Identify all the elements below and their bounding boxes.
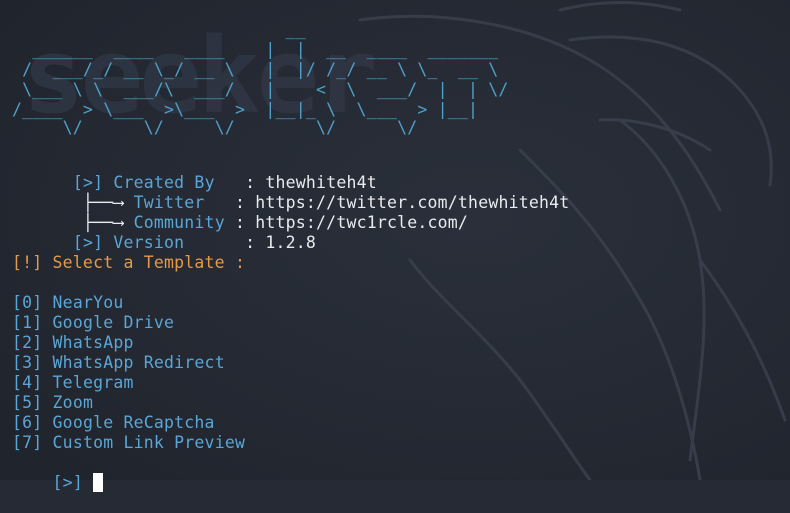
list-item: [6] Google ReCaptcha bbox=[12, 413, 215, 433]
text-cursor[interactable] bbox=[93, 473, 104, 492]
template-index: [3] bbox=[12, 353, 53, 372]
ascii-banner-line: /____ > \___ >\___ > |__|_ \ \___ > |__| bbox=[12, 100, 479, 119]
template-name: Google Drive bbox=[52, 313, 175, 332]
terminal-window[interactable]: __ ______ ____ ____ | | __ ____ _______ … bbox=[12, 0, 782, 492]
template-name: Telegram bbox=[52, 373, 134, 392]
template-name: NearYou bbox=[52, 293, 124, 312]
template-index: [4] bbox=[12, 373, 53, 392]
ascii-banner-line: \___ \ \ ___/\ ___/ | < \ ___/ | | \/ bbox=[12, 80, 509, 99]
template-name: Custom Link Preview bbox=[52, 433, 246, 452]
list-item: [4] Telegram bbox=[12, 373, 134, 393]
select-template-prompt: [!] Select a Template : bbox=[12, 253, 246, 272]
info-prefix: [>] bbox=[72, 233, 114, 252]
ascii-banner-line: __ bbox=[12, 20, 306, 39]
command-input-line[interactable]: [>] bbox=[12, 453, 104, 492]
template-name: Zoom bbox=[52, 393, 94, 412]
ascii-banner-line: ______ ____ ____ | | __ ____ _______ bbox=[12, 40, 499, 59]
ascii-banner-line: \/ \/ \/ \/ \/ bbox=[12, 118, 418, 137]
template-name: WhatsApp bbox=[52, 333, 134, 352]
info-community: ├──⟶ Community : https://twc1rcle.com/ bbox=[12, 193, 468, 232]
list-item: [1] Google Drive bbox=[12, 313, 174, 333]
template-name: Google ReCaptcha bbox=[52, 413, 215, 432]
list-item: [7] Custom Link Preview bbox=[12, 433, 245, 453]
template-index: [2] bbox=[12, 333, 53, 352]
template-index: [7] bbox=[12, 433, 53, 452]
list-item: [3] WhatsApp Redirect bbox=[12, 353, 225, 373]
info-twitter: ├──⟶ Twitter : https://twitter.com/thewh… bbox=[12, 173, 569, 212]
template-name: WhatsApp Redirect bbox=[52, 353, 225, 372]
list-item: [2] WhatsApp bbox=[12, 333, 134, 353]
info-separator: : bbox=[245, 233, 266, 252]
info-label: Version bbox=[113, 233, 246, 252]
template-index: [0] bbox=[12, 293, 53, 312]
template-index: [6] bbox=[12, 413, 53, 432]
list-item: [5] Zoom bbox=[12, 393, 93, 413]
list-item: [0] NearYou bbox=[12, 293, 123, 313]
template-index: [5] bbox=[12, 393, 53, 412]
ascii-banner-line: / ___/_/ __ \_/ __ \ | |/ /_/ __ \ \_ __… bbox=[12, 60, 499, 79]
template-index: [1] bbox=[12, 313, 53, 332]
info-version: [>] Version : 1.2.8 bbox=[12, 213, 316, 252]
input-prompt: [>] bbox=[52, 473, 94, 492]
info-created-by: [>] Created By : thewhiteh4t bbox=[12, 153, 377, 192]
info-value: 1.2.8 bbox=[265, 233, 317, 252]
